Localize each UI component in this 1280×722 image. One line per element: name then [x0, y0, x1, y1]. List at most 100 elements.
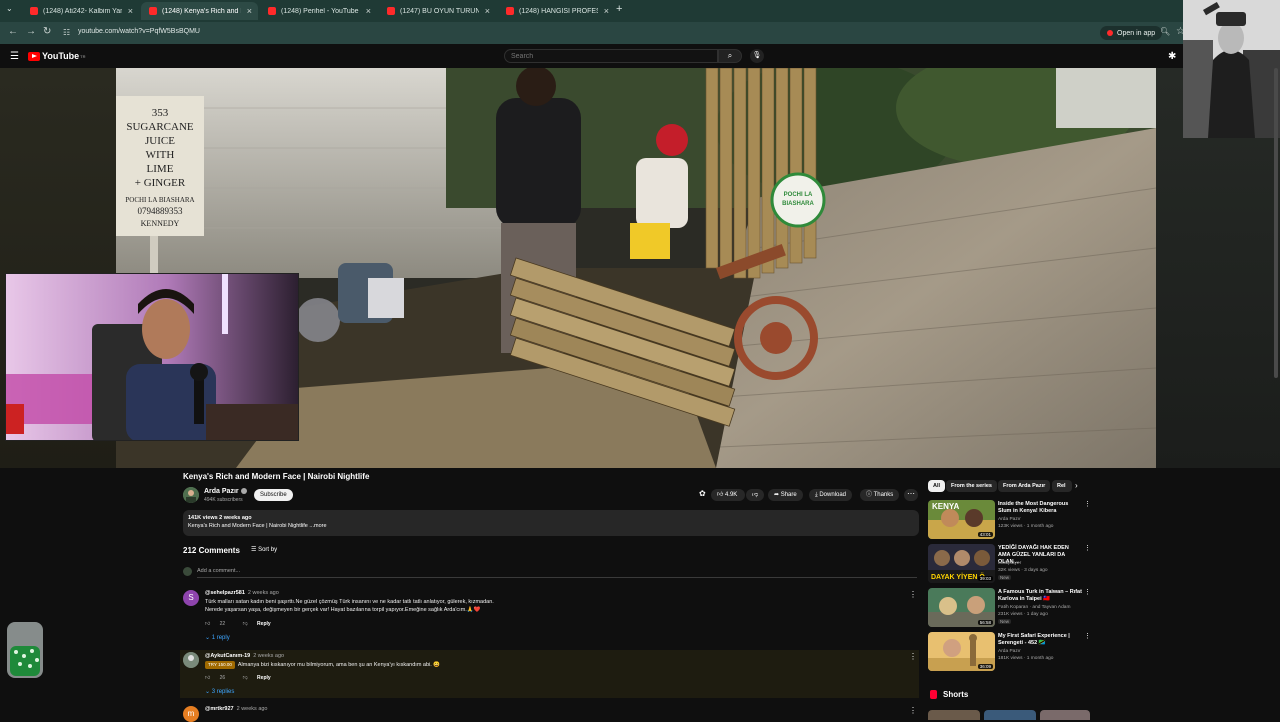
thanks-button[interactable]: ⓘ Thanks: [860, 489, 900, 501]
page-scrollbar[interactable]: [1274, 68, 1278, 378]
video-menu-icon[interactable]: ⋮: [1084, 544, 1091, 552]
comment-header: @AykutCanım-19 2 weeks ago: [205, 653, 284, 659]
download-button[interactable]: ⤓ Download: [809, 489, 853, 501]
comment-text: Türk malları satan kadın beni şaşırttı.N…: [205, 598, 845, 614]
reply-button[interactable]: Reply: [257, 675, 271, 681]
comment-menu-icon[interactable]: ⋮: [909, 652, 917, 661]
comment-avatar[interactable]: [183, 652, 199, 668]
subscribe-button[interactable]: Subscribe: [254, 489, 293, 501]
comment-time[interactable]: 2 weeks ago: [248, 590, 279, 596]
browser-tab-2[interactable]: (1248) Kenya's Rich and Modern Face... ×: [141, 2, 258, 20]
verified-icon: [240, 488, 247, 494]
sign-text-7: POCHI LA BIASHARA: [125, 196, 194, 204]
recommended-video[interactable]: DAYAK YİYEN Ö 39:03 YEDİĞİ DAYAĞI HAK ED…: [928, 544, 1091, 584]
address-bar: ← → ↻ ☷ youtube.com/watch?v=PqfW5BsBQMU …: [0, 22, 1280, 44]
sort-label: Sort by: [258, 547, 278, 553]
comment-time[interactable]: 2 weeks ago: [253, 653, 284, 659]
recommended-video[interactable]: 56:58 A Famous Turk in Taiwan – Rıfat Ka…: [928, 588, 1091, 628]
browser-tab-bar: ⌄ (1248) Ati242- Kalbim Yanıyor... × (12…: [0, 0, 1280, 22]
channel-name: Fatih Koparan · and Tayvan Adam: [998, 605, 1071, 610]
like-button[interactable]: 👍︎ 4.9K: [711, 489, 745, 501]
browser-tab-5[interactable]: (1248) HANGİSİ PROFESYONEL? ×: [498, 2, 615, 20]
video-thumbnail[interactable]: KENYA 43:01: [928, 500, 995, 539]
more-actions-button[interactable]: ⋯: [904, 489, 918, 501]
chip-from-the-series[interactable]: From the series: [946, 480, 997, 492]
site-info-icon[interactable]: ☷: [63, 28, 70, 37]
close-tab-icon[interactable]: ×: [485, 6, 490, 16]
replies-label: 1 reply: [211, 635, 230, 641]
sticker-text-1: POCHI LA: [784, 192, 813, 198]
close-tab-icon[interactable]: ×: [247, 6, 252, 16]
comment-like-button[interactable]: 👍︎ 26: [205, 675, 233, 681]
menu-icon[interactable]: ☰: [10, 51, 19, 62]
comment-dislike-icon[interactable]: 👎︎: [243, 621, 248, 627]
zoom-icon[interactable]: 🔍︎: [1160, 27, 1170, 36]
comment-like-button[interactable]: 👍︎ 22: [205, 621, 233, 627]
share-button[interactable]: ➦ Share: [768, 489, 803, 501]
recommended-video[interactable]: KENYA 43:01 Inside the Most Dangerous Sl…: [928, 500, 1091, 540]
reply-button[interactable]: Reply: [257, 621, 271, 627]
voice-search-button[interactable]: 🎙︎: [750, 49, 764, 63]
recommended-video[interactable]: 36:09 My First Safari Experience | Seren…: [928, 632, 1091, 672]
reload-icon[interactable]: ↻: [43, 26, 51, 37]
add-comment-input[interactable]: Add a comment...: [197, 568, 240, 574]
comment-time[interactable]: 2 weeks ago: [237, 706, 268, 712]
view-replies-button[interactable]: ⌄ 3 replies: [205, 688, 234, 695]
dislike-button[interactable]: 👎︎: [746, 489, 764, 501]
channel-avatar[interactable]: [183, 487, 199, 503]
video-menu-icon[interactable]: ⋮: [1084, 632, 1091, 640]
comment-avatar[interactable]: S: [183, 590, 199, 606]
channel-name: Arda Pazır: [998, 649, 1021, 654]
browser-tab-1[interactable]: (1248) Ati242- Kalbim Yanıyor... ×: [22, 2, 139, 20]
chip-from-channel[interactable]: From Arda Pazır: [998, 480, 1051, 492]
forward-icon[interactable]: →: [26, 26, 36, 37]
shorts-icon: [930, 690, 937, 699]
youtube-masthead: ☰ YouTube TR ⌕ 🎙︎ ✱: [0, 44, 1280, 68]
short-thumbnail[interactable]: [928, 710, 980, 720]
chip-related[interactable]: Rel: [1052, 480, 1072, 492]
close-tab-icon[interactable]: ×: [128, 6, 133, 16]
chip-all[interactable]: All: [928, 480, 946, 492]
video-menu-icon[interactable]: ⋮: [1084, 500, 1091, 508]
back-icon[interactable]: ←: [8, 26, 18, 37]
browser-tab-4[interactable]: (1247) BU OYUN TÜRÜNE NE OLDU? ×: [379, 2, 496, 20]
thanks-icon: ⓘ: [866, 492, 873, 498]
jar-image: [7, 622, 43, 678]
close-tab-icon[interactable]: ×: [366, 6, 371, 16]
comment-author[interactable]: @mrtkr927: [205, 706, 234, 712]
video-thumbnail[interactable]: 56:58: [928, 588, 995, 627]
new-tab-button[interactable]: +: [616, 3, 622, 15]
sign-text-1: 353: [152, 107, 169, 119]
view-replies-button[interactable]: ⌄ 1 reply: [205, 634, 230, 641]
close-tab-icon[interactable]: ×: [604, 6, 609, 16]
open-in-app-button[interactable]: Open in app: [1100, 26, 1163, 40]
short-thumbnail[interactable]: [984, 710, 1036, 720]
create-icon[interactable]: ✱: [1168, 51, 1176, 62]
new-badge: New: [998, 575, 1012, 580]
sort-by-button[interactable]: ☰ Sort by: [251, 546, 277, 553]
search-input[interactable]: [504, 49, 718, 63]
channel-name[interactable]: Arda Pazır: [204, 488, 247, 495]
chevron-down-icon: ⌄: [205, 635, 211, 641]
description-box[interactable]: 141K views 2 weeks ago Kenya's Rich and …: [183, 510, 919, 536]
tab-search-icon[interactable]: ⌄: [6, 4, 13, 13]
comment-menu-icon[interactable]: ⋮: [909, 590, 917, 599]
url-field[interactable]: youtube.com/watch?v=PqfW5BsBQMU: [78, 28, 200, 35]
comment-dislike-icon[interactable]: 👎︎: [243, 675, 248, 681]
comment-author[interactable]: @sehelpazr581: [205, 590, 245, 596]
view-count-date: 141K views 2 weeks ago: [188, 515, 252, 521]
short-thumbnail[interactable]: [1040, 710, 1090, 720]
video-thumbnail[interactable]: DAYAK YİYEN Ö 39:03: [928, 544, 995, 583]
comment-menu-icon[interactable]: ⋮: [909, 706, 917, 715]
comment-author[interactable]: @AykutCanım-19: [205, 653, 250, 659]
video-thumbnail[interactable]: 36:09: [928, 632, 995, 671]
video-title: Inside the Most Dangerous Slum in Kenya!…: [998, 501, 1069, 514]
sign-text-2: SUGARCANE: [126, 121, 194, 133]
download-label: Download: [819, 492, 847, 498]
browser-tab-3[interactable]: (1248) Perihel - YouTube ×: [260, 2, 377, 20]
award-icon[interactable]: ✿: [699, 489, 706, 498]
search-button[interactable]: ⌕: [718, 49, 742, 63]
youtube-logo[interactable]: YouTube TR: [28, 51, 86, 61]
chevron-right-icon[interactable]: ›: [1075, 481, 1078, 490]
video-menu-icon[interactable]: ⋮: [1084, 588, 1091, 596]
